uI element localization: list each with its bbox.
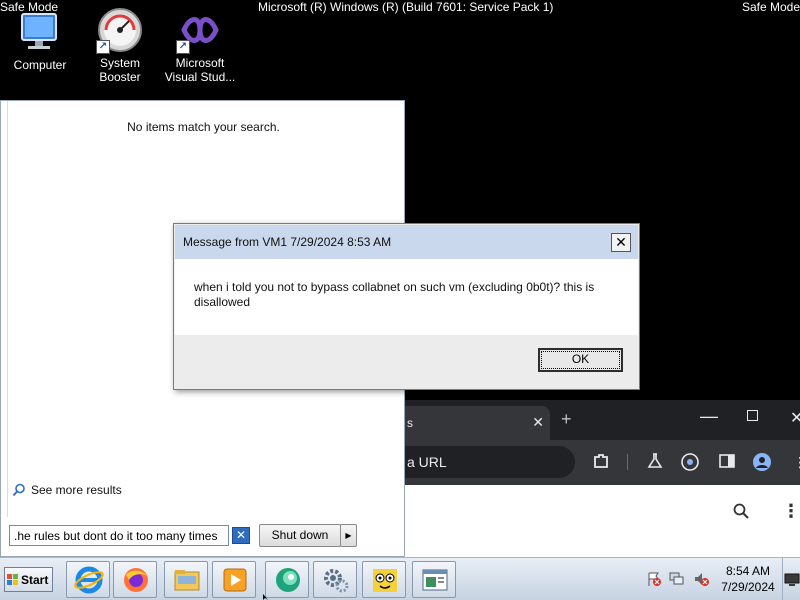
new-tab-icon[interactable]: + <box>561 409 572 430</box>
chrome-tab-bar: s ✕ + — ✕ <box>405 400 800 440</box>
taskbar-app-explorer[interactable] <box>164 561 208 598</box>
taskbar-app-firefox[interactable] <box>113 561 157 598</box>
desktop-icon-system-booster[interactable]: ↗ System Booster <box>81 6 159 84</box>
profile-avatar-icon[interactable] <box>752 452 772 472</box>
chrome-like-icon <box>276 568 300 592</box>
search-icon <box>12 483 25 497</box>
internet-explorer-icon <box>74 566 104 594</box>
shortcut-arrow-icon: ↗ <box>176 40 190 54</box>
chrome-window: s ✕ + — ✕ a URL ⋮ ⋮ <box>405 400 800 557</box>
speedometer-icon: ↗ <box>96 6 144 54</box>
taskbar-app-internet-explorer[interactable] <box>66 561 110 598</box>
dialog-close-icon[interactable]: ✕ <box>611 233 631 252</box>
taskbar-clock[interactable]: 8:54 AM 7/29/2024 <box>717 563 779 595</box>
chrome-toolbar: a URL ⋮ <box>405 440 800 485</box>
message-dialog: Message from VM1 7/29/2024 8:53 AM ✕ whe… <box>173 223 640 390</box>
desktop-icon-visual-studio[interactable]: ↗ Microsoft Visual Stud... <box>161 6 239 84</box>
taskbar-app-settings[interactable] <box>313 561 357 598</box>
shortcut-arrow-icon: ↗ <box>96 40 110 54</box>
labs-flask-icon[interactable] <box>645 452 665 472</box>
clear-search-icon[interactable]: ✕ <box>232 527 250 544</box>
window-close-icon[interactable]: ✕ <box>790 408 800 428</box>
ok-button[interactable]: OK <box>538 348 623 372</box>
taskbar-app-cat[interactable] <box>362 561 406 598</box>
windows-flag-icon <box>7 573 19 586</box>
taskbar-app-globe[interactable] <box>265 561 309 598</box>
start-label: Start <box>21 572 49 587</box>
minimize-icon[interactable]: — <box>700 406 718 427</box>
dialog-titlebar: Message from VM1 7/29/2024 8:53 AM ✕ <box>175 225 638 259</box>
taskbar-app-media-player[interactable] <box>212 561 256 598</box>
mouse-cursor-icon <box>263 594 268 600</box>
tab-close-icon[interactable]: ✕ <box>532 414 544 431</box>
address-bar[interactable]: a URL <box>405 446 575 478</box>
visual-studio-icon: ↗ <box>176 6 224 54</box>
see-more-results-link[interactable]: See more results <box>12 483 122 497</box>
system-tray: 8:54 AM 7/29/2024 <box>638 558 800 600</box>
computer-icon <box>16 8 64 56</box>
extensions-icon[interactable] <box>591 452 611 472</box>
dialog-body: when i told you not to bypass collabnet … <box>175 259 638 335</box>
start-search-input[interactable]: he rules but dont do it too many times. <box>9 525 229 546</box>
page-search-icon[interactable] <box>733 503 749 524</box>
taskbar-app-window[interactable] <box>412 561 456 598</box>
page-more-menu-icon[interactable]: ⋮ <box>782 501 800 522</box>
more-menu-icon[interactable]: ⋮ <box>790 452 800 472</box>
monitor-icon <box>784 573 800 586</box>
cartoon-cat-icon <box>373 569 397 592</box>
address-bar-placeholder: a URL <box>407 454 447 470</box>
tab-title: s <box>407 416 413 430</box>
window-app-icon <box>422 569 448 591</box>
performance-icon[interactable] <box>680 452 700 472</box>
see-more-results-label: See more results <box>31 483 122 497</box>
start-search-row: he rules but dont do it too many times. … <box>7 523 399 549</box>
chrome-content-area: ⋮ <box>405 485 800 557</box>
desktop-icon-label: System Booster <box>99 56 141 84</box>
desktop-icon-label: Microsoft Visual Stud... <box>164 56 236 84</box>
side-panel-icon[interactable] <box>717 452 737 472</box>
firefox-icon <box>124 568 148 592</box>
volume-muted-icon[interactable] <box>693 571 709 587</box>
dialog-title: Message from VM1 7/29/2024 8:53 AM <box>183 235 392 249</box>
dialog-message: when i told you not to bypass collabnet … <box>194 280 595 309</box>
clock-time: 8:54 AM <box>725 564 771 578</box>
media-player-icon <box>223 568 247 592</box>
file-explorer-icon <box>174 570 200 591</box>
no-results-text: No items match your search. <box>127 120 280 134</box>
desktop-icon-computer[interactable]: Computer <box>1 8 79 72</box>
chrome-tab[interactable]: s ✕ <box>405 406 550 440</box>
windows-build-text: Microsoft (R) Windows (R) (Build 7601: S… <box>258 0 554 14</box>
toolbar-divider <box>627 454 628 470</box>
maximize-icon[interactable] <box>747 410 758 421</box>
desktop-icon-label: Computer <box>13 58 67 72</box>
action-center-flag-icon[interactable] <box>646 571 662 587</box>
network-icon[interactable] <box>669 571 685 587</box>
show-desktop-button[interactable] <box>782 558 800 600</box>
safe-mode-label-right: Safe Mode <box>741 0 800 14</box>
shutdown-options-arrow-icon[interactable]: ▶ <box>340 524 357 547</box>
taskbar: Start 8:54 AM 7/29/2024 <box>0 557 800 600</box>
shutdown-button[interactable]: Shut down <box>259 524 341 547</box>
settings-gears-icon <box>324 569 349 593</box>
clock-date: 7/29/2024 <box>721 580 775 594</box>
start-button[interactable]: Start <box>4 567 53 592</box>
